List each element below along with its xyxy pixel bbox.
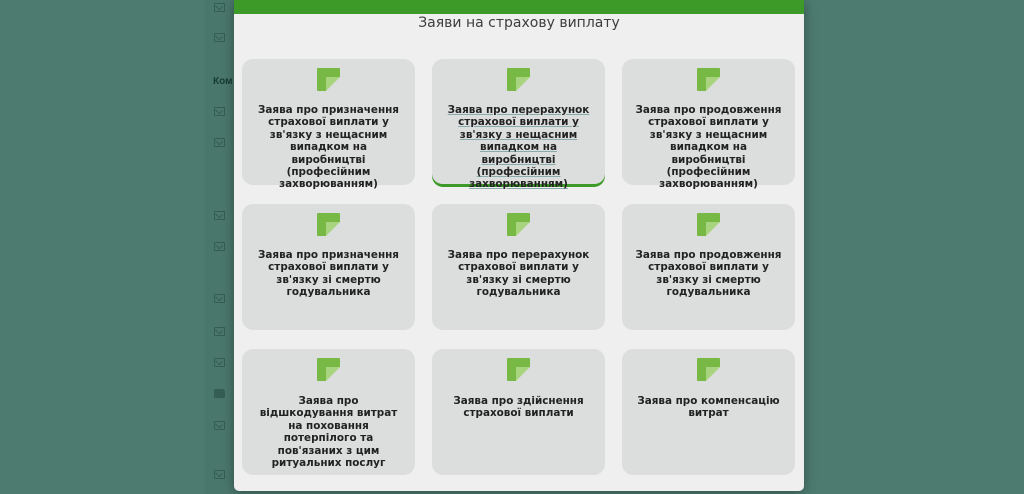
document-icon	[317, 213, 340, 236]
document-icon	[317, 68, 340, 91]
claim-card-label: Заява про компенсацію витрат	[637, 395, 780, 420]
document-icon	[507, 213, 530, 236]
mail-icon	[214, 242, 225, 251]
mail-icon	[214, 33, 225, 42]
modal-title: Заяви на страхову виплату	[418, 15, 620, 31]
claim-card-label: Заява про перерахунок страхової виплати …	[447, 104, 590, 191]
mail-icon	[214, 107, 225, 116]
mail-icon	[214, 211, 225, 220]
claim-card-label: Заява про відшкодування витрат на похова…	[259, 395, 398, 470]
background-section-label: Ком	[213, 76, 233, 87]
document-icon	[697, 68, 720, 91]
claim-card-label: Заява про продовження страхової виплати …	[635, 249, 782, 299]
claim-card-insurance-payment[interactable]: Заява про здійснення страхової виплати	[432, 349, 605, 475]
claim-card-label: Заява про перерахунок страхової виплати …	[447, 249, 590, 299]
mail-icon	[214, 358, 225, 367]
mail-icon	[214, 3, 225, 12]
mail-icon	[214, 421, 225, 430]
claims-grid: Заява про призначення страхової виплати …	[242, 59, 795, 475]
mail-icon	[214, 327, 225, 336]
claim-card-assign-accident[interactable]: Заява про призначення страхової виплати …	[242, 59, 415, 190]
claim-card-assign-breadwinner[interactable]: Заява про призначення страхової виплати …	[242, 204, 415, 330]
claim-card-recalc-accident[interactable]: Заява про перерахунок страхової виплати …	[432, 59, 605, 190]
claim-card-funeral-expenses[interactable]: Заява про відшкодування витрат на похова…	[242, 349, 415, 475]
modal-header-bar	[234, 0, 804, 14]
claim-card-expense-compensation[interactable]: Заява про компенсацію витрат	[622, 349, 795, 475]
claim-card-extend-accident[interactable]: Заява про продовження страхової виплати …	[622, 59, 795, 190]
claim-card-recalc-breadwinner[interactable]: Заява про перерахунок страхової виплати …	[432, 204, 605, 330]
document-icon	[317, 358, 340, 381]
claim-card-extend-breadwinner[interactable]: Заява про продовження страхової виплати …	[622, 204, 795, 330]
claim-card-label: Заява про здійснення страхової виплати	[453, 395, 584, 420]
document-icon	[697, 213, 720, 236]
mail-icon	[214, 294, 225, 303]
mail-icon	[214, 138, 225, 147]
claim-card-label: Заява про призначення страхової виплати …	[258, 104, 399, 191]
claim-card-label: Заява про призначення страхової виплати …	[258, 249, 399, 299]
document-icon	[507, 358, 530, 381]
claim-card-label: Заява про продовження страхової виплати …	[635, 104, 782, 191]
mail-icon	[214, 470, 225, 479]
document-icon	[697, 358, 720, 381]
insurance-claims-modal: Заяви на страхову виплату Заява про приз…	[234, 0, 804, 491]
document-icon	[507, 68, 530, 91]
folder-icon	[214, 389, 225, 398]
